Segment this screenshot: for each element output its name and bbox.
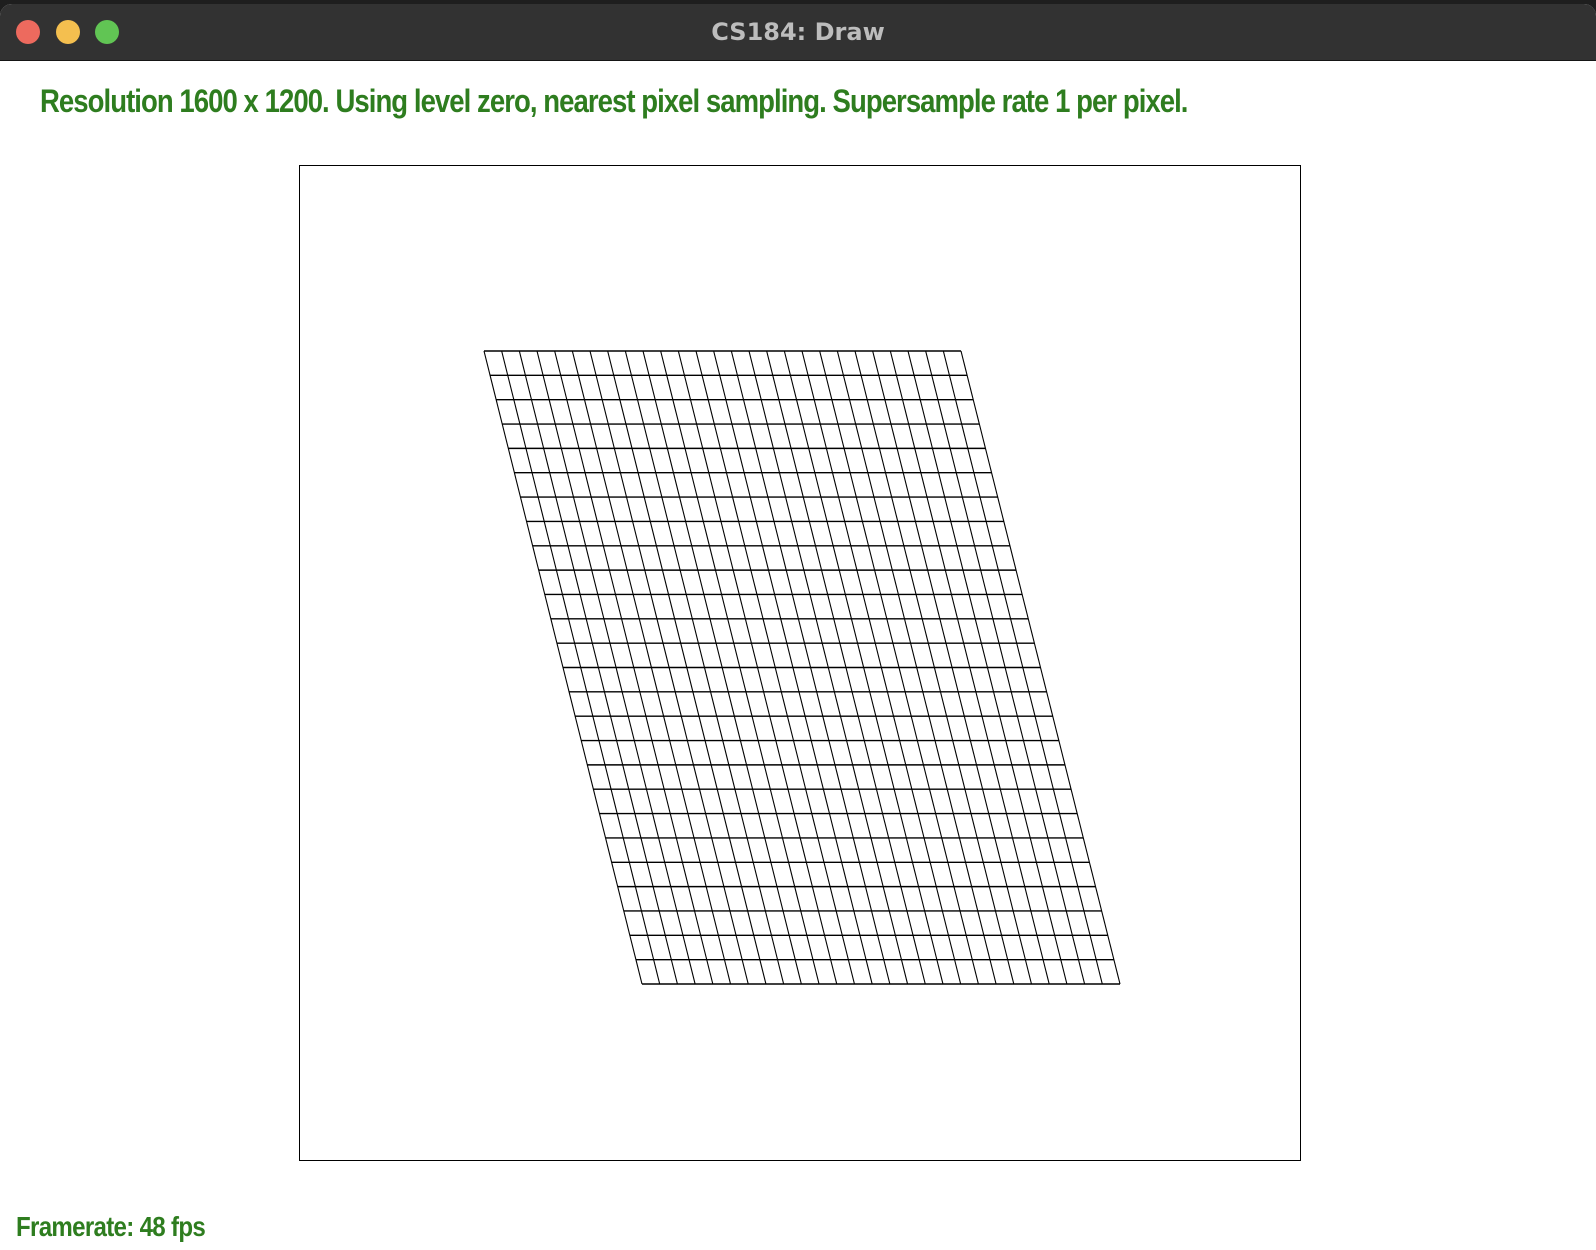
app-window: CS184: Draw Resolution 1600 x 1200. Usin… [0,4,1596,1250]
drawing-canvas[interactable] [299,165,1301,1161]
skewed-grid [483,350,1121,985]
status-text: Resolution 1600 x 1200. Using level zero… [40,83,1188,119]
drawing-viewport[interactable]: Resolution 1600 x 1200. Using level zero… [0,61,1596,1250]
title-bar[interactable]: CS184: Draw [0,4,1596,61]
framerate-readout: Framerate: 48 fps [16,1211,206,1242]
window-title: CS184: Draw [711,18,885,46]
